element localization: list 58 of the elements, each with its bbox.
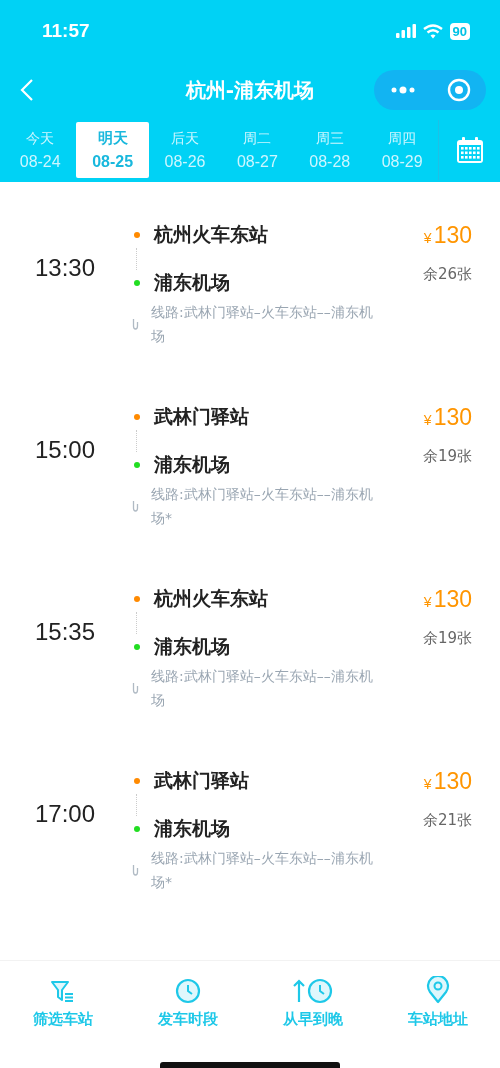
date-tab[interactable]: 今天 08-24	[4, 122, 77, 178]
status-time: 11:57	[42, 20, 90, 42]
route-text: 线路:武林门驿站–火车东站––浦东机场	[151, 667, 374, 710]
destination-dot-icon	[134, 644, 140, 650]
toolbar-button[interactable]: 从早到晚	[278, 961, 347, 1041]
price: ¥130	[423, 222, 472, 249]
price: ¥130	[423, 404, 472, 431]
date-tab[interactable]: 周四 08-29	[365, 122, 439, 178]
calendar-icon[interactable]	[455, 136, 484, 164]
price: ¥130	[423, 768, 472, 795]
origin-dot-icon	[134, 232, 140, 238]
route-text: 线路:武林门驿站–火车东站––浦东机场	[151, 303, 374, 346]
wifi-icon	[422, 23, 443, 39]
route-icon	[132, 864, 139, 876]
toolbar-button[interactable]: 筛选车站	[28, 961, 97, 1041]
origin-dot-icon	[134, 778, 140, 784]
destination-dot-icon	[134, 462, 140, 468]
origin-station: 杭州火车东站	[154, 586, 268, 611]
destination-dot-icon	[134, 826, 140, 832]
battery-level: 90	[449, 22, 470, 40]
sort-time-icon	[291, 978, 334, 1004]
toolbar-button[interactable]: 发车时段	[153, 961, 222, 1041]
departure-time: 13:30	[33, 254, 97, 283]
origin-station: 杭州火车东站	[154, 222, 268, 247]
destination-dot-icon	[134, 280, 140, 286]
origin-dot-icon	[134, 596, 140, 602]
route-icon	[132, 500, 139, 512]
price: ¥130	[423, 586, 472, 613]
signal-icon	[395, 24, 416, 38]
destination-station: 浦东机场	[154, 634, 230, 659]
destination-station: 浦东机场	[154, 452, 230, 477]
date-tab[interactable]: 明天 08-25	[76, 122, 149, 178]
route-icon	[132, 318, 139, 330]
clock-icon	[174, 978, 201, 1004]
seats-remaining: 余19张	[422, 629, 472, 648]
seats-remaining: 余26张	[422, 265, 472, 284]
destination-station: 浦东机场	[154, 270, 230, 295]
departure-time: 15:35	[33, 618, 97, 647]
filter-icon	[49, 980, 76, 1004]
departure-time: 17:00	[33, 800, 97, 829]
route-text: 线路:武林门驿站–火车东站––浦东机场*	[151, 485, 374, 528]
route-icon	[132, 682, 139, 694]
origin-station: 武林门驿站	[154, 768, 249, 793]
seats-remaining: 余21张	[422, 811, 472, 830]
seats-remaining: 余19张	[422, 447, 472, 466]
page-title: 杭州-浦东机场	[184, 76, 316, 104]
back-icon[interactable]	[20, 78, 34, 102]
origin-dot-icon	[134, 414, 140, 420]
date-tab[interactable]: 后天 08-26	[148, 122, 222, 178]
date-tab[interactable]: 周二 08-27	[221, 122, 294, 178]
more-icon[interactable]	[389, 85, 416, 95]
departure-time: 15:00	[33, 436, 97, 465]
location-pin-icon	[425, 976, 450, 1004]
destination-station: 浦东机场	[154, 816, 230, 841]
origin-station: 武林门驿站	[154, 404, 249, 429]
route-text: 线路:武林门驿站–火车东站––浦东机场*	[151, 849, 374, 892]
date-tab[interactable]: 周三 08-28	[293, 122, 366, 178]
toolbar-button[interactable]: 车站地址	[403, 961, 472, 1041]
